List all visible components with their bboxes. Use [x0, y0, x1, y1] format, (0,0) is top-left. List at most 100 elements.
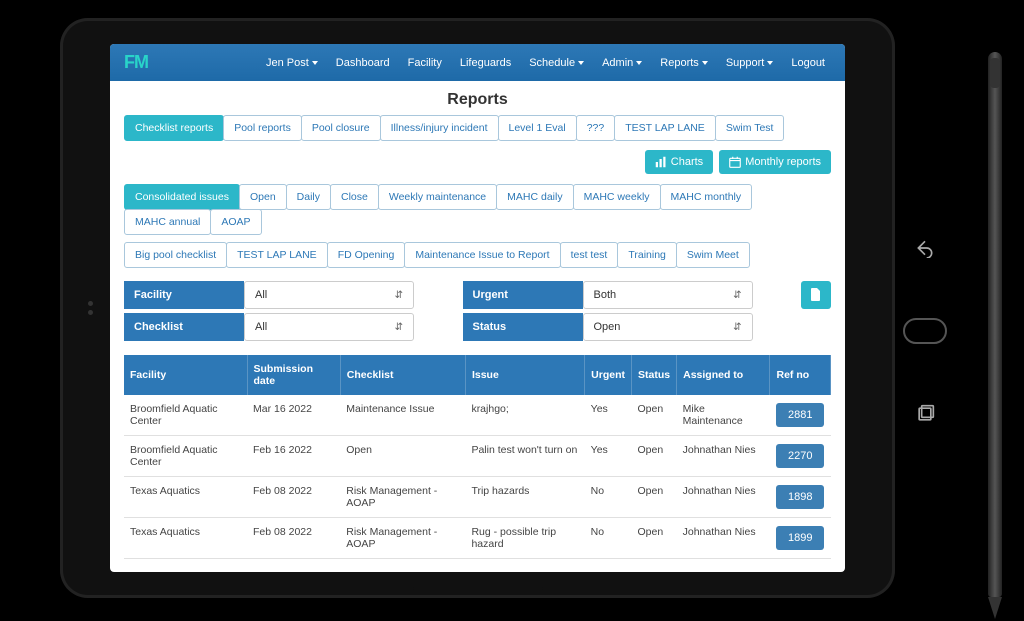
brand-logo[interactable]: FM — [124, 52, 148, 73]
table-cell: Feb 08 2022 — [247, 477, 340, 518]
issue-tabs-row1: Consolidated issuesOpenDailyCloseWeekly … — [124, 184, 831, 234]
report-tab[interactable]: Checklist reports — [124, 115, 224, 141]
column-header[interactable]: Status — [632, 355, 677, 395]
tablet-side-buttons — [903, 238, 947, 424]
table-header-row: FacilitySubmission dateChecklistIssueUrg… — [124, 355, 831, 395]
report-tab[interactable]: Pool reports — [223, 115, 302, 141]
table-cell: Feb 08 2022 — [247, 518, 340, 559]
issue-tab[interactable]: Training — [617, 242, 677, 268]
issues-table: FacilitySubmission dateChecklistIssueUrg… — [124, 355, 831, 559]
table-cell: Broomfield Aquatic Center — [124, 395, 247, 436]
issue-tab[interactable]: Consolidated issues — [124, 184, 240, 210]
issue-tab[interactable]: Big pool checklist — [124, 242, 227, 268]
issue-tab[interactable]: MAHC daily — [496, 184, 573, 210]
facility-filter-select[interactable]: All⇵ — [244, 281, 414, 309]
table-cell: Texas Aquatics — [124, 518, 247, 559]
table-cell: Open — [632, 518, 677, 559]
issue-tab[interactable]: MAHC weekly — [573, 184, 661, 210]
table-row: Broomfield Aquatic CenterMar 16 2022Main… — [124, 395, 831, 436]
issue-tab[interactable]: Maintenance Issue to Report — [404, 242, 560, 268]
report-tabs: Checklist reportsPool reportsPool closur… — [124, 115, 831, 140]
page-title: Reports — [110, 81, 845, 115]
nav-logout[interactable]: Logout — [785, 53, 831, 73]
column-header[interactable]: Submission date — [247, 355, 340, 395]
nav-dashboard[interactable]: Dashboard — [330, 53, 396, 73]
table-cell: Texas Aquatics — [124, 477, 247, 518]
table-row: Texas AquaticsFeb 08 2022Risk Management… — [124, 518, 831, 559]
nav-user[interactable]: Jen Post — [260, 53, 324, 73]
urgent-filter-select[interactable]: Both⇵ — [583, 281, 753, 309]
chevron-updown-icon: ⇵ — [395, 322, 403, 333]
content: Checklist reportsPool reportsPool closur… — [110, 115, 845, 572]
table-cell: Yes — [585, 395, 632, 436]
nav-admin[interactable]: Admin — [596, 53, 648, 73]
export-button[interactable] — [801, 281, 831, 309]
ref-cell: 1898 — [770, 477, 831, 518]
table-cell: Rug - possible trip hazard — [465, 518, 584, 559]
report-tab[interactable]: Level 1 Eval — [498, 115, 577, 141]
report-tab[interactable]: TEST LAP LANE — [614, 115, 716, 141]
column-header[interactable]: Facility — [124, 355, 247, 395]
navbar: FM Jen Post Dashboard Facility Lifeguard… — [110, 44, 845, 81]
table-cell: krajhgo; — [465, 395, 584, 436]
issue-tab[interactable]: AOAP — [210, 209, 261, 235]
table-cell: Johnathan Nies — [677, 477, 770, 518]
issue-tab[interactable]: Swim Meet — [676, 242, 750, 268]
issue-tab[interactable]: MAHC monthly — [660, 184, 753, 210]
table-cell: Trip hazards — [465, 477, 584, 518]
table-cell: No — [585, 477, 632, 518]
chevron-updown-icon: ⇵ — [733, 322, 741, 333]
nav-reports[interactable]: Reports — [654, 53, 714, 73]
home-button[interactable] — [903, 318, 947, 344]
ref-button[interactable]: 2270 — [776, 444, 824, 468]
column-header[interactable]: Ref no — [770, 355, 831, 395]
table-row: Texas AquaticsFeb 08 2022Risk Management… — [124, 477, 831, 518]
column-header[interactable]: Issue — [465, 355, 584, 395]
issue-tab[interactable]: test test — [560, 242, 619, 268]
table-row: Broomfield Aquatic CenterFeb 16 2022Open… — [124, 436, 831, 477]
ref-button[interactable]: 1898 — [776, 485, 824, 509]
report-tab[interactable]: ??? — [576, 115, 616, 141]
recent-apps-icon — [915, 404, 935, 424]
table-cell: Feb 16 2022 — [247, 436, 340, 477]
nav-support[interactable]: Support — [720, 53, 780, 73]
checklist-filter-select[interactable]: All⇵ — [244, 313, 414, 341]
table-cell: Open — [632, 477, 677, 518]
report-tab[interactable]: Swim Test — [715, 115, 785, 141]
report-tab[interactable]: Pool closure — [301, 115, 381, 141]
column-header[interactable]: Checklist — [340, 355, 465, 395]
ref-button[interactable]: 2881 — [776, 403, 824, 427]
table-cell: Palin test won't turn on — [465, 436, 584, 477]
table-cell: Johnathan Nies — [677, 518, 770, 559]
table-cell: Open — [632, 395, 677, 436]
stylus — [988, 52, 1002, 597]
issue-tab[interactable]: Weekly maintenance — [378, 184, 497, 210]
issue-tab[interactable]: TEST LAP LANE — [226, 242, 328, 268]
issue-tab[interactable]: Open — [239, 184, 287, 210]
chart-icon — [655, 156, 667, 168]
charts-button[interactable]: Charts — [645, 150, 713, 174]
table-cell: Risk Management - AOAP — [340, 518, 465, 559]
column-header[interactable]: Urgent — [585, 355, 632, 395]
table-cell: Open — [632, 436, 677, 477]
chevron-updown-icon: ⇵ — [395, 290, 403, 301]
issue-tab[interactable]: Daily — [286, 184, 331, 210]
nav-facility[interactable]: Facility — [402, 53, 448, 73]
nav-schedule[interactable]: Schedule — [523, 53, 590, 73]
ref-button[interactable]: 1899 — [776, 526, 824, 550]
ref-cell: 1899 — [770, 518, 831, 559]
checklist-filter-label: Checklist — [124, 313, 244, 341]
issue-tab[interactable]: FD Opening — [327, 242, 406, 268]
report-tab[interactable]: Illness/injury incident — [380, 115, 499, 141]
nav-lifeguards[interactable]: Lifeguards — [454, 53, 517, 73]
table-cell: Johnathan Nies — [677, 436, 770, 477]
issue-tab[interactable]: MAHC annual — [124, 209, 211, 235]
column-header[interactable]: Assigned to — [677, 355, 770, 395]
ref-cell: 2881 — [770, 395, 831, 436]
calendar-icon — [729, 156, 741, 168]
status-filter-select[interactable]: Open⇵ — [583, 313, 753, 341]
issue-tab[interactable]: Close — [330, 184, 379, 210]
monthly-reports-button[interactable]: Monthly reports — [719, 150, 831, 174]
ref-cell: 2270 — [770, 436, 831, 477]
table-cell: No — [585, 518, 632, 559]
